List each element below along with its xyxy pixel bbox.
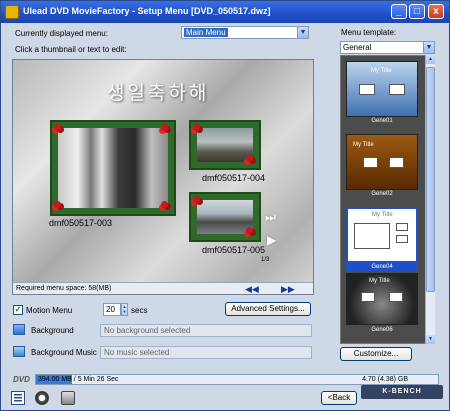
thumbnail-image bbox=[197, 200, 253, 234]
template-thumb-gene04[interactable]: My Title bbox=[346, 207, 418, 263]
thumbnail-image bbox=[58, 128, 168, 208]
setup-menu-window: Ulead DVD MovieFactory - Setup Menu [DVD… bbox=[0, 0, 450, 411]
template-slot bbox=[396, 235, 408, 243]
required-space-text: Required menu space: 58(MB) bbox=[16, 285, 112, 292]
holly-berry-icon bbox=[246, 227, 253, 234]
template-scrollbar[interactable]: ▲ ▼ bbox=[425, 55, 435, 344]
holly-berry-icon bbox=[54, 201, 61, 208]
template-slot bbox=[389, 84, 405, 95]
holly-berry-icon bbox=[54, 124, 61, 131]
next-page-icon[interactable]: ▶▶ bbox=[281, 284, 295, 295]
back-button[interactable]: <Back bbox=[321, 391, 357, 405]
holly-berry-icon bbox=[193, 124, 200, 131]
template-slot bbox=[354, 223, 390, 249]
secs-label: secs bbox=[131, 306, 148, 315]
template-slot bbox=[363, 157, 378, 168]
k-bench-watermark: K-BENCH bbox=[361, 385, 443, 399]
motion-menu-checkbox[interactable]: ✓ bbox=[13, 305, 23, 315]
template-thumb-gene02[interactable]: My Title bbox=[346, 134, 418, 190]
page-indicator: 1/3 bbox=[261, 257, 270, 263]
template-slot bbox=[389, 157, 404, 168]
previous-page-icon[interactable]: ◀◀ bbox=[245, 284, 259, 295]
menu-thumbnail-1[interactable] bbox=[52, 122, 174, 214]
template-label: Menu template: bbox=[341, 28, 397, 37]
template-slot bbox=[359, 84, 375, 95]
template-slot bbox=[361, 292, 375, 302]
disc-usage-bar: 394.00 MB / 5 Min 26 Sec 4.70 (4.38) GB bbox=[35, 374, 439, 385]
template-title-text: My Title bbox=[372, 212, 393, 218]
menu-preview[interactable]: 생일축하해 dmf050517-003 dmf050517-004 dmf050… bbox=[12, 59, 314, 295]
motion-seconds-field[interactable]: 20 bbox=[103, 303, 121, 316]
chevron-down-icon[interactable]: ▼ bbox=[297, 27, 308, 38]
background-label[interactable]: Background bbox=[31, 326, 74, 335]
disc-type-label: DVD bbox=[13, 375, 30, 384]
close-button[interactable]: x bbox=[428, 4, 444, 19]
play-icon[interactable]: ▶ bbox=[267, 233, 276, 247]
background-field[interactable]: No background selected bbox=[100, 324, 312, 337]
preview-status-strip: Required menu space: 58(MB) ◀◀ ▶▶ bbox=[13, 282, 313, 294]
template-caption-selected[interactable]: Gene04 bbox=[346, 263, 418, 272]
template-title-text: My Title bbox=[371, 68, 392, 74]
disc-capacity-text: 4.70 (4.38) GB bbox=[362, 376, 408, 383]
music-note-icon[interactable] bbox=[13, 346, 25, 357]
template-category-dropdown[interactable]: General ▼ bbox=[340, 41, 435, 54]
thumbnail-caption[interactable]: dmf050517-004 bbox=[202, 173, 265, 183]
menu-title-text[interactable]: 생일축하해 bbox=[107, 78, 209, 105]
template-slot bbox=[396, 223, 408, 231]
thumbnail-image bbox=[197, 128, 253, 162]
menu-thumbnail-2[interactable] bbox=[191, 122, 259, 168]
chapter-list-icon[interactable] bbox=[11, 391, 25, 405]
customize-button[interactable]: Customize... bbox=[340, 347, 412, 361]
displayed-menu-value: Main Menu bbox=[184, 28, 228, 37]
thumbnail-caption[interactable]: dmf050517-003 bbox=[49, 218, 112, 228]
displayed-menu-label: Currently displayed menu: bbox=[15, 29, 108, 38]
title-bar[interactable]: Ulead DVD MovieFactory - Setup Menu [DVD… bbox=[1, 1, 449, 23]
settings-gear-icon[interactable] bbox=[35, 391, 49, 405]
next-chapter-icon[interactable]: ⏭ bbox=[265, 210, 276, 225]
background-music-field[interactable]: No music selected bbox=[100, 346, 312, 359]
minimize-button[interactable]: _ bbox=[391, 4, 407, 19]
background-music-label[interactable]: Background Music bbox=[31, 348, 97, 357]
holly-berry-icon bbox=[193, 196, 200, 203]
motion-menu-label[interactable]: Motion Menu bbox=[26, 306, 72, 315]
printer-icon[interactable] bbox=[61, 391, 75, 405]
window-title: Ulead DVD MovieFactory - Setup Menu [DVD… bbox=[23, 6, 271, 16]
chevron-down-icon[interactable]: ▼ bbox=[423, 42, 434, 53]
menu-thumbnail-3[interactable] bbox=[191, 194, 259, 240]
displayed-menu-dropdown[interactable]: Main Menu ▼ bbox=[181, 26, 309, 39]
click-hint-label: Click a thumbnail or text to edit: bbox=[15, 45, 127, 54]
thumbnail-caption[interactable]: dmf050517-005 bbox=[202, 245, 265, 255]
template-thumb-gene06[interactable]: My Title bbox=[346, 273, 418, 325]
holly-berry-icon bbox=[246, 155, 253, 162]
template-caption[interactable]: Gene06 bbox=[346, 326, 418, 335]
advanced-settings-button[interactable]: Advanced Settings... bbox=[225, 302, 311, 316]
template-title-text: My Title bbox=[353, 142, 374, 148]
scroll-up-icon[interactable]: ▲ bbox=[426, 55, 435, 64]
template-category-value: General bbox=[343, 43, 372, 52]
scroll-down-icon[interactable]: ▼ bbox=[426, 335, 435, 344]
template-caption[interactable]: Gene02 bbox=[346, 190, 418, 199]
holly-berry-icon bbox=[161, 124, 168, 131]
ulead-app-icon bbox=[5, 5, 19, 19]
maximize-button[interactable]: □ bbox=[409, 4, 425, 19]
scrollbar-thumb[interactable] bbox=[426, 67, 435, 292]
disc-used-text: 394.00 MB / 5 Min 26 Sec bbox=[38, 376, 119, 383]
template-title-text: My Title bbox=[369, 278, 390, 284]
template-caption[interactable]: Gene01 bbox=[346, 117, 418, 126]
template-slot bbox=[389, 292, 403, 302]
background-image-icon[interactable] bbox=[13, 324, 25, 335]
template-thumb-gene01[interactable]: My Title bbox=[346, 61, 418, 117]
motion-seconds-stepper[interactable]: ▲ ▼ bbox=[121, 303, 128, 316]
holly-berry-icon bbox=[161, 201, 168, 208]
